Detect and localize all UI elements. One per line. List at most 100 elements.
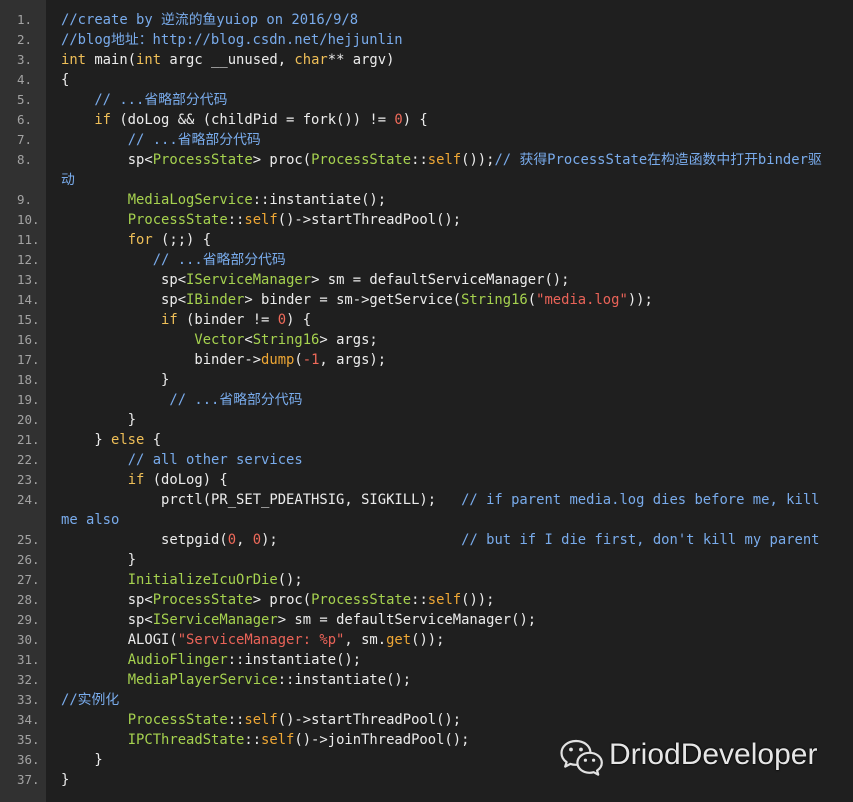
code-text[interactable]: //实例化 <box>61 690 829 710</box>
code-token: :: <box>244 732 262 748</box>
code-line[interactable]: 20. } <box>0 410 853 430</box>
code-text[interactable]: if (doLog && (childPid = fork()) != 0) { <box>61 110 829 130</box>
code-text[interactable]: //blog地址：http://blog.csdn.net/hejjunlin <box>61 30 829 50</box>
code-lines[interactable]: 1. //create by 逆流的鱼yuiop on 2016/9/8 2. //b… <box>0 10 853 790</box>
line-number: 22. <box>17 452 40 467</box>
code-line[interactable]: 2. //blog地址：http://blog.csdn.net/hejjunli… <box>0 30 853 50</box>
code-comment: //实例化 <box>61 692 120 708</box>
code-token: (binder != <box>177 312 278 328</box>
code-text[interactable]: MediaPlayerService::instantiate(); <box>61 670 829 690</box>
code-line[interactable]: 18. } <box>0 370 853 390</box>
code-text[interactable]: ProcessState::self()->startThreadPool(); <box>61 210 829 230</box>
code-text[interactable]: // ...省略部分代码 <box>61 130 829 150</box>
code-text[interactable]: } else { <box>61 430 829 450</box>
code-text[interactable]: Vector<String16> args; <box>61 330 829 350</box>
code-text[interactable]: // ...省略部分代码 <box>61 250 829 270</box>
code-line[interactable]: 31. AudioFlinger::instantiate(); <box>0 650 853 670</box>
code-token: InitializeIcuOrDie <box>127 572 278 588</box>
code-text[interactable]: //create by 逆流的鱼yuiop on 2016/9/8 <box>61 10 829 30</box>
code-line[interactable]: 7. // ...省略部分代码 <box>0 130 853 150</box>
code-line[interactable]: 6. if (doLog && (childPid = fork()) != 0… <box>0 110 853 130</box>
code-token: 0 <box>227 532 237 548</box>
code-text[interactable]: sp<ProcessState> proc(ProcessState::self… <box>61 150 829 190</box>
code-line[interactable]: 26. } <box>0 550 853 570</box>
code-line[interactable]: 34. ProcessState::self()->startThreadPoo… <box>0 710 853 730</box>
code-token: ProcessState <box>311 152 412 168</box>
code-line[interactable]: 14. sp<IBinder> binder = sm->getService(… <box>0 290 853 310</box>
code-token: if <box>161 312 178 328</box>
code-text[interactable]: } <box>61 410 829 430</box>
code-line[interactable]: 9. MediaLogService::instantiate(); <box>0 190 853 210</box>
code-token: -1 <box>302 352 320 368</box>
code-line[interactable]: 24. prctl(PR_SET_PDEATHSIG, SIGKILL); //… <box>0 490 853 530</box>
code-line[interactable]: 23. if (doLog) { <box>0 470 853 490</box>
code-text[interactable]: if (doLog) { <box>61 470 829 490</box>
code-text[interactable]: } <box>61 370 829 390</box>
code-token: ::instantiate(); <box>252 192 387 208</box>
code-editor[interactable]: 1. //create by 逆流的鱼yuiop on 2016/9/8 2. //b… <box>0 0 853 802</box>
code-text[interactable]: ALOGI("ServiceManager: %p", sm.get()); <box>61 630 829 650</box>
code-token: :: <box>411 152 428 168</box>
code-text[interactable]: { <box>61 70 829 90</box>
line-number: 25. <box>17 532 40 547</box>
code-line[interactable]: 5. // ...省略部分代码 <box>0 90 853 110</box>
code-text[interactable]: for (;;) { <box>61 230 829 250</box>
watermark: DriodDeveloper <box>558 736 833 780</box>
code-line[interactable]: 25. setpgid(0, 0); // but if I die first… <box>0 530 853 550</box>
code-line[interactable]: 32. MediaPlayerService::instantiate(); <box>0 670 853 690</box>
code-line[interactable]: 22. // all other services <box>0 450 853 470</box>
code-line[interactable]: 29. sp<IServiceManager> sm = defaultServ… <box>0 610 853 630</box>
code-token: > proc( <box>252 592 312 608</box>
code-token: ::instantiate(); <box>227 652 362 668</box>
code-token: )); <box>627 292 653 308</box>
code-text[interactable]: int main(int argc __unused, char** argv) <box>61 50 829 70</box>
wechat-icon <box>560 739 603 776</box>
code-line[interactable]: 13. sp<IServiceManager> sm = defaultServ… <box>0 270 853 290</box>
code-text[interactable]: sp<IBinder> binder = sm->getService(Stri… <box>61 290 829 310</box>
code-line[interactable]: 17. binder->dump(-1, args); <box>0 350 853 370</box>
code-line[interactable]: 1. //create by 逆流的鱼yuiop on 2016/9/8 <box>0 10 853 30</box>
code-text[interactable]: sp<IServiceManager> sm = defaultServiceM… <box>61 610 829 630</box>
code-text[interactable]: if (binder != 0) { <box>61 310 829 330</box>
code-comment: // ...省略部分代码 <box>169 392 303 408</box>
code-token: MediaPlayerService <box>127 672 278 688</box>
code-line[interactable]: 3. int main(int argc __unused, char** arg… <box>0 50 853 70</box>
code-text[interactable]: } <box>61 550 829 570</box>
code-text[interactable]: AudioFlinger::instantiate(); <box>61 650 829 670</box>
code-line[interactable]: 27. InitializeIcuOrDie(); <box>0 570 853 590</box>
code-line[interactable]: 11. for (;;) { <box>0 230 853 250</box>
code-line[interactable]: 21. } else { <box>0 430 853 450</box>
code-line[interactable]: 8. sp<ProcessState> proc(ProcessState::s… <box>0 150 853 190</box>
code-text[interactable]: setpgid(0, 0); // but if I die first, do… <box>61 530 829 550</box>
code-text[interactable]: ProcessState::self()->startThreadPool(); <box>61 710 829 730</box>
line-number: 15. <box>17 312 40 327</box>
code-token: (doLog && (childPid = fork()) != <box>111 112 395 128</box>
code-line[interactable]: 33. //实例化 <box>0 690 853 710</box>
code-line[interactable]: 4. { <box>0 70 853 90</box>
code-line[interactable]: 28. sp<ProcessState> proc(ProcessState::… <box>0 590 853 610</box>
code-token: , <box>236 532 253 548</box>
code-token: > sm = defaultServiceManager(); <box>277 612 537 628</box>
code-text[interactable]: prctl(PR_SET_PDEATHSIG, SIGKILL); // if … <box>61 490 829 530</box>
line-number: 26. <box>17 552 40 567</box>
code-token: ::instantiate(); <box>277 672 412 688</box>
code-text[interactable]: // ...省略部分代码 <box>61 90 829 110</box>
code-text[interactable]: MediaLogService::instantiate(); <box>61 190 829 210</box>
code-token: Vector <box>194 332 245 348</box>
code-line[interactable]: 30. ALOGI("ServiceManager: %p", sm.get()… <box>0 630 853 650</box>
code-line[interactable]: 10. ProcessState::self()->startThreadPoo… <box>0 210 853 230</box>
code-text[interactable]: sp<IServiceManager> sm = defaultServiceM… <box>61 270 829 290</box>
code-line[interactable]: 19. // ...省略部分代码 <box>0 390 853 410</box>
code-text[interactable]: // ...省略部分代码 <box>61 390 829 410</box>
code-token: ()); <box>411 632 445 648</box>
code-text[interactable]: // all other services <box>61 450 829 470</box>
code-line[interactable]: 15. if (binder != 0) { <box>0 310 853 330</box>
code-text[interactable]: sp<ProcessState> proc(ProcessState::self… <box>61 590 829 610</box>
line-number: 36. <box>17 752 40 767</box>
code-line[interactable]: 12. // ...省略部分代码 <box>0 250 853 270</box>
code-text[interactable]: binder->dump(-1, args); <box>61 350 829 370</box>
code-line[interactable]: 16. Vector<String16> args; <box>0 330 853 350</box>
code-text[interactable]: InitializeIcuOrDie(); <box>61 570 829 590</box>
